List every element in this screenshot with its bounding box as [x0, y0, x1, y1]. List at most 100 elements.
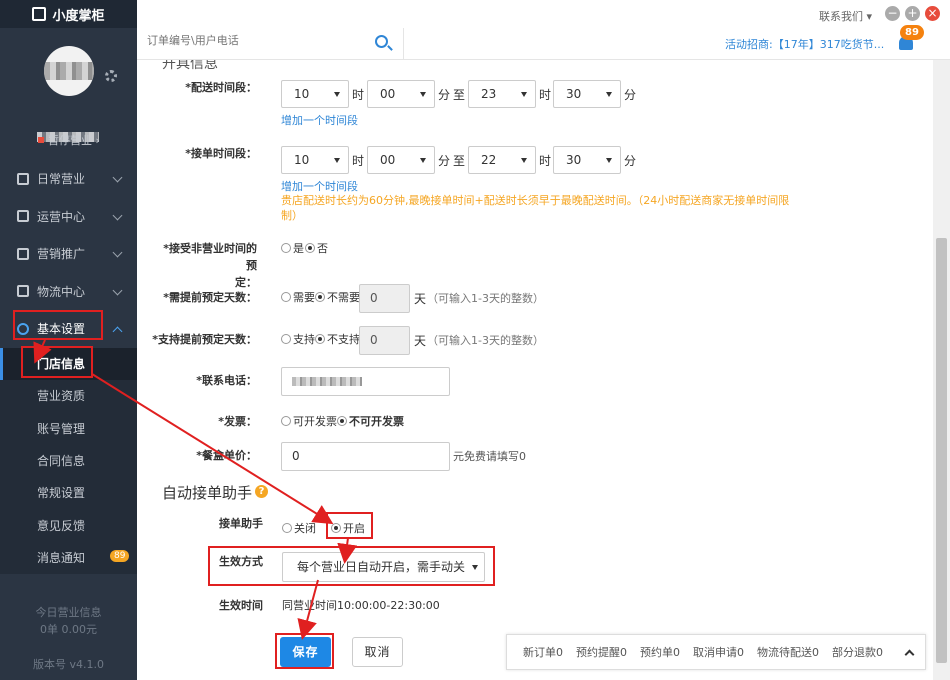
assistant-off-option[interactable]: 关闭: [282, 520, 316, 536]
radio-icon[interactable]: [337, 416, 347, 426]
status-new-orders[interactable]: 新订单0: [523, 644, 563, 660]
radio-icon[interactable]: [281, 334, 291, 344]
option-label: 关闭: [294, 522, 316, 535]
cancel-button[interactable]: 取消: [352, 637, 403, 667]
support-option[interactable]: 支持: [281, 331, 315, 347]
to-label: 至: [453, 154, 466, 168]
sidebar-item-daily[interactable]: 日常营业: [0, 160, 137, 198]
sidebar-item-label: 基本设置: [37, 322, 86, 337]
avatar[interactable]: [44, 46, 94, 96]
search-icon[interactable]: [375, 35, 388, 48]
sidebar-item-label: 物流中心: [37, 284, 86, 299]
delivery-time-label: *配送时间段：: [185, 81, 257, 94]
sidebar-item-marketing[interactable]: 营销推广: [0, 235, 137, 273]
delivery-end-hour-select[interactable]: 23: [468, 80, 536, 108]
status-reservations[interactable]: 预约单0: [640, 644, 680, 660]
sub-item-general[interactable]: 常规设置: [0, 477, 137, 509]
status-pending-delivery[interactable]: 物流待配送0: [757, 644, 819, 660]
today-value: 0单 0.00元: [40, 623, 97, 636]
sub-item-store-info[interactable]: 门店信息: [0, 347, 137, 381]
sidebar-menu: 日常营业 运营中心 营销推广 物流中心 基本设置 门店信息 营业资质 账号管理: [0, 160, 137, 574]
accept-end-hour-select[interactable]: 22: [468, 146, 536, 174]
hour-unit: 时: [352, 88, 365, 102]
offhours-yes-option[interactable]: 是: [281, 240, 304, 256]
to-label: 至: [453, 88, 466, 102]
meal-box-price-label: *餐盒单价：: [196, 449, 257, 462]
sub-item-label: 门店信息: [37, 357, 86, 372]
version-label: 版本号 v4.1.0: [33, 658, 104, 671]
add-accept-period-link[interactable]: 增加一个时间段: [281, 178, 358, 194]
accept-time-warning: 贵店配送时长约为60分钟,最晚接单时间+配送时长须早于最晚配送时间。（24小时配…: [281, 194, 790, 222]
hour-unit: 时: [539, 88, 552, 102]
invoice-label: *发票：: [218, 415, 257, 428]
scrollbar-thumb[interactable]: [936, 238, 947, 663]
meal-box-price-input[interactable]: 0: [281, 442, 450, 471]
promo-notice-link[interactable]: 活动招商:【17年】317吃货节...: [725, 36, 884, 52]
radio-icon[interactable]: [305, 243, 315, 253]
advance-no-need-option[interactable]: 不需要: [315, 289, 360, 305]
sidebar-item-label: 营销推广: [37, 247, 86, 262]
advance-days-input[interactable]: 0: [359, 284, 410, 313]
invoice-can-option[interactable]: 可开发票: [281, 413, 337, 429]
marketing-icon: [17, 247, 29, 260]
search-bar: 活动招商:【17年】317吃货节... 89: [137, 25, 950, 60]
minimize-button[interactable]: −: [885, 6, 900, 21]
gear-icon[interactable]: [105, 70, 117, 82]
add-delivery-period-link[interactable]: 增加一个时间段: [281, 112, 358, 128]
top-bar: 联系我们 ▾ − + ×: [137, 0, 950, 28]
sidebar-item-operations[interactable]: 运营中心: [0, 198, 137, 236]
phone-input[interactable]: [281, 367, 450, 396]
sub-item-qualification[interactable]: 营业资质: [0, 380, 137, 412]
option-label: 不需要: [327, 291, 360, 304]
accept-end-minute-select[interactable]: 30: [553, 146, 621, 174]
label-line: *接受非营业时间的预: [163, 242, 257, 272]
no-support-option[interactable]: 不支持: [315, 331, 360, 347]
delivery-end-minute-select[interactable]: 30: [553, 80, 621, 108]
search-input[interactable]: [147, 34, 377, 47]
delivery-start-minute-select[interactable]: 00: [367, 80, 435, 108]
chevron-up-icon[interactable]: [904, 649, 915, 659]
sidebar-item-label: 日常营业: [37, 172, 86, 187]
status-cancel-requests[interactable]: 取消申请0: [693, 644, 744, 660]
status-partial-refund[interactable]: 部分退款0: [832, 644, 883, 660]
settings-icon: [17, 322, 29, 335]
day-unit: 天: [414, 292, 427, 306]
status-reservation-reminder[interactable]: 预约提醒0: [576, 644, 627, 660]
close-button[interactable]: ×: [925, 6, 940, 21]
invoice-cannot-option[interactable]: 不可开发票: [337, 413, 404, 429]
effective-mode-select[interactable]: 每个营业日自动开启，需手动关: [282, 552, 485, 582]
contact-us-link[interactable]: 联系我们 ▾: [819, 8, 872, 24]
radio-icon[interactable]: [281, 243, 291, 253]
sub-item-notifications[interactable]: 消息通知 89: [0, 541, 137, 573]
logo-text: 小度掌柜: [52, 8, 105, 24]
offhours-preorder-label: *接受非营业时间的预 定：: [157, 240, 257, 291]
chevron-down-icon: [112, 210, 123, 220]
sidebar-item-basic-settings[interactable]: 基本设置: [0, 310, 137, 348]
offhours-no-option[interactable]: 否: [305, 240, 328, 256]
option-label: 可开发票: [293, 415, 337, 428]
pause-business-button[interactable]: 暂停营业 ›: [38, 132, 100, 148]
sub-item-account[interactable]: 账号管理: [0, 412, 137, 444]
radio-icon[interactable]: [315, 292, 325, 302]
radio-icon[interactable]: [282, 523, 292, 533]
option-label: 支持: [293, 333, 315, 346]
radio-icon[interactable]: [281, 416, 291, 426]
advance-need-option[interactable]: 需要: [281, 289, 315, 305]
radio-icon[interactable]: [331, 523, 341, 533]
radio-icon[interactable]: [281, 292, 291, 302]
radio-icon[interactable]: [315, 334, 325, 344]
save-button[interactable]: 保存: [280, 637, 331, 667]
accept-start-hour-select[interactable]: 10: [281, 146, 349, 174]
delivery-start-hour-select[interactable]: 10: [281, 80, 349, 108]
settings-submenu: 门店信息 营业资质 账号管理 合同信息 常规设置 意见反馈 消息通知 89: [0, 347, 137, 574]
accept-start-minute-select[interactable]: 00: [367, 146, 435, 174]
vertical-scrollbar[interactable]: [933, 60, 950, 680]
help-icon[interactable]: ?: [255, 485, 268, 498]
sub-item-feedback[interactable]: 意见反馈: [0, 509, 137, 541]
assistant-on-option[interactable]: 开启: [331, 520, 365, 536]
sub-item-contract[interactable]: 合同信息: [0, 444, 137, 476]
support-days-input[interactable]: 0: [359, 326, 410, 355]
sidebar-item-logistics[interactable]: 物流中心: [0, 273, 137, 311]
maximize-button[interactable]: +: [905, 6, 920, 21]
meal-box-price-hint: 元免费请填写0: [453, 450, 526, 463]
